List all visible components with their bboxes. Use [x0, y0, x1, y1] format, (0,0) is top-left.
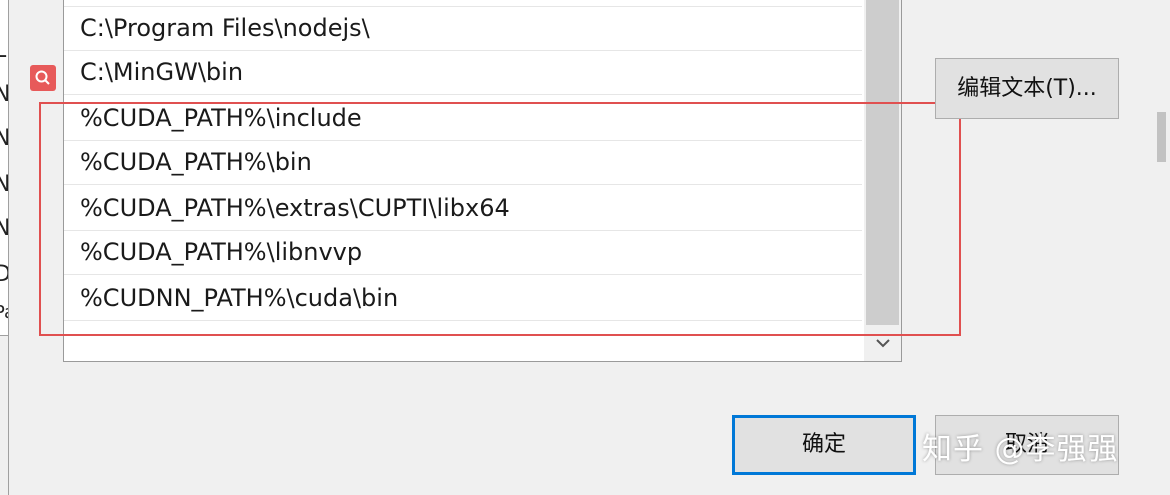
background-window-char: D: [0, 262, 8, 287]
background-window-char: N: [0, 82, 8, 107]
list-item[interactable]: C:\MinGW\bin: [64, 51, 862, 95]
edit-text-button[interactable]: 编辑文本(T)...: [935, 58, 1119, 119]
list-item[interactable]: %CUDA_PATH%\extras\CUPTI\libx64: [64, 187, 862, 231]
ok-button[interactable]: 确定: [732, 415, 916, 475]
background-window-char: Pa: [0, 302, 8, 323]
background-window-edge: L N N N N D Pa: [0, 0, 9, 495]
list-item-text: %CUDA_PATH%\libnvvp: [80, 238, 363, 266]
list-item-text: C:\Program Files\nodejs\: [80, 14, 370, 42]
path-list[interactable]: C:\Program Files\nodejs\ C:\MinGW\bin %C…: [63, 0, 902, 362]
chevron-down-icon[interactable]: [864, 327, 901, 359]
window-scrollbar-thumb[interactable]: [1157, 112, 1166, 162]
list-scrollbar-thumb[interactable]: [866, 0, 899, 325]
list-item-text: %CUDNN_PATH%\cuda\bin: [80, 284, 399, 312]
list-scrollbar[interactable]: [864, 0, 901, 361]
list-item[interactable]: %CUDNN_PATH%\cuda\bin: [64, 277, 862, 321]
list-item[interactable]: %CUDA_PATH%\libnvvp: [64, 231, 862, 275]
background-window-char: N: [0, 126, 8, 151]
background-window-char: N: [0, 216, 8, 241]
list-item-text: %CUDA_PATH%\include: [80, 104, 362, 132]
watermark: 知乎 @李强强: [922, 432, 1119, 467]
background-window-lower: [0, 335, 8, 495]
list-item-text: %CUDA_PATH%\extras\CUPTI\libx64: [80, 194, 510, 222]
list-item-text: C:\MinGW\bin: [80, 58, 244, 86]
list-item-text: %CUDA_PATH%\bin: [80, 148, 312, 176]
background-window-char: N: [0, 172, 8, 197]
list-item[interactable]: %CUDA_PATH%\include: [64, 97, 862, 141]
list-item[interactable]: %CUDA_PATH%\bin: [64, 141, 862, 185]
list-item[interactable]: C:\Program Files\nodejs\: [64, 7, 862, 51]
background-window-char: L: [0, 38, 6, 63]
divider: [0, 335, 8, 336]
window-scrollbar[interactable]: [1152, 0, 1170, 495]
search-icon[interactable]: [30, 65, 56, 91]
list-item[interactable]: [64, 0, 862, 7]
